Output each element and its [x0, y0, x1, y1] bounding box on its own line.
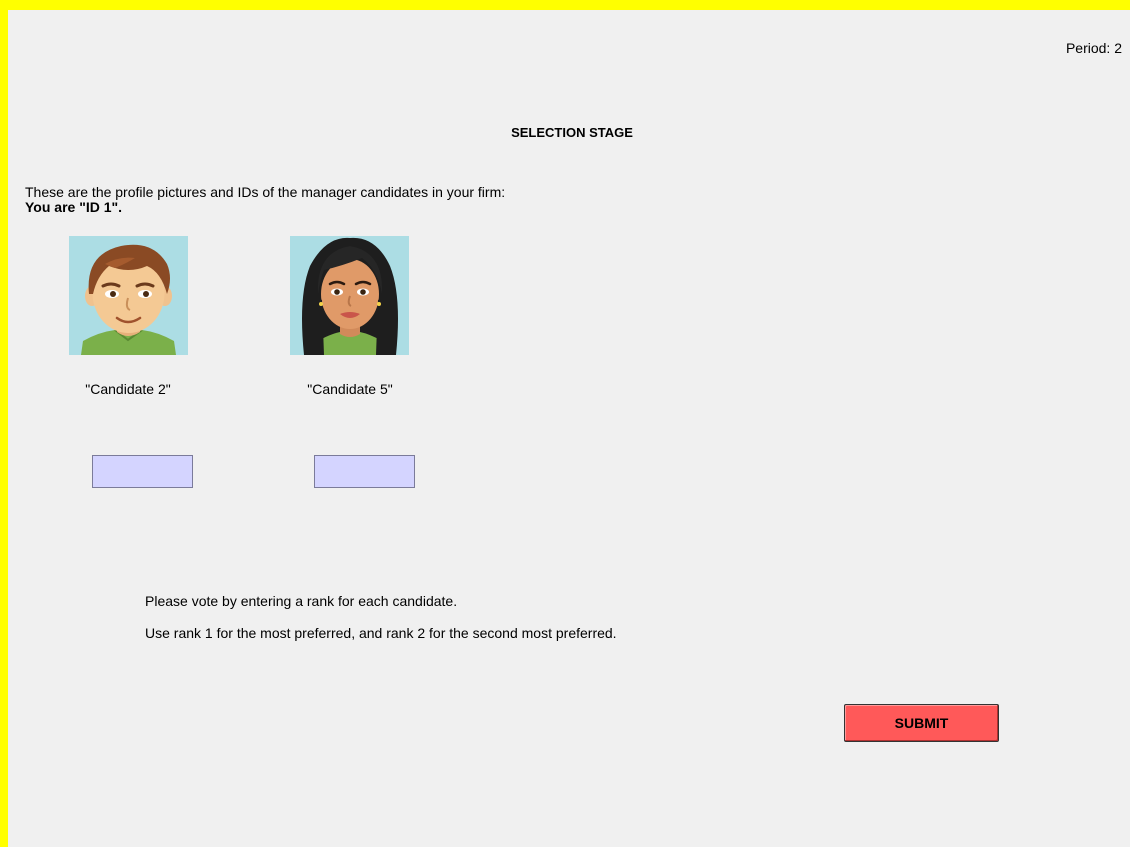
rank-input-candidate-5[interactable]	[314, 455, 415, 488]
experiment-screen: Period: 2 SELECTION STAGE These are the …	[8, 10, 1130, 847]
player-id: You are "ID 1".	[25, 199, 123, 215]
intro-block: These are the profile pictures and IDs o…	[25, 185, 505, 215]
candidate-label: "Candidate 5"	[307, 381, 393, 397]
page-title: SELECTION STAGE	[511, 125, 633, 140]
instruction-line-2: Use rank 1 for the most preferred, and r…	[145, 625, 617, 641]
submit-button[interactable]: SUBMIT	[844, 704, 999, 742]
female-avatar-icon	[290, 236, 409, 355]
rank-input-candidate-2[interactable]	[92, 455, 193, 488]
candidate-label: "Candidate 2"	[85, 381, 171, 397]
male-avatar-icon	[69, 236, 188, 355]
period-indicator: Period: 2	[1065, 40, 1122, 56]
intro-text: These are the profile pictures and IDs o…	[25, 184, 506, 200]
instruction-line-1: Please vote by entering a rank for each …	[145, 593, 458, 609]
